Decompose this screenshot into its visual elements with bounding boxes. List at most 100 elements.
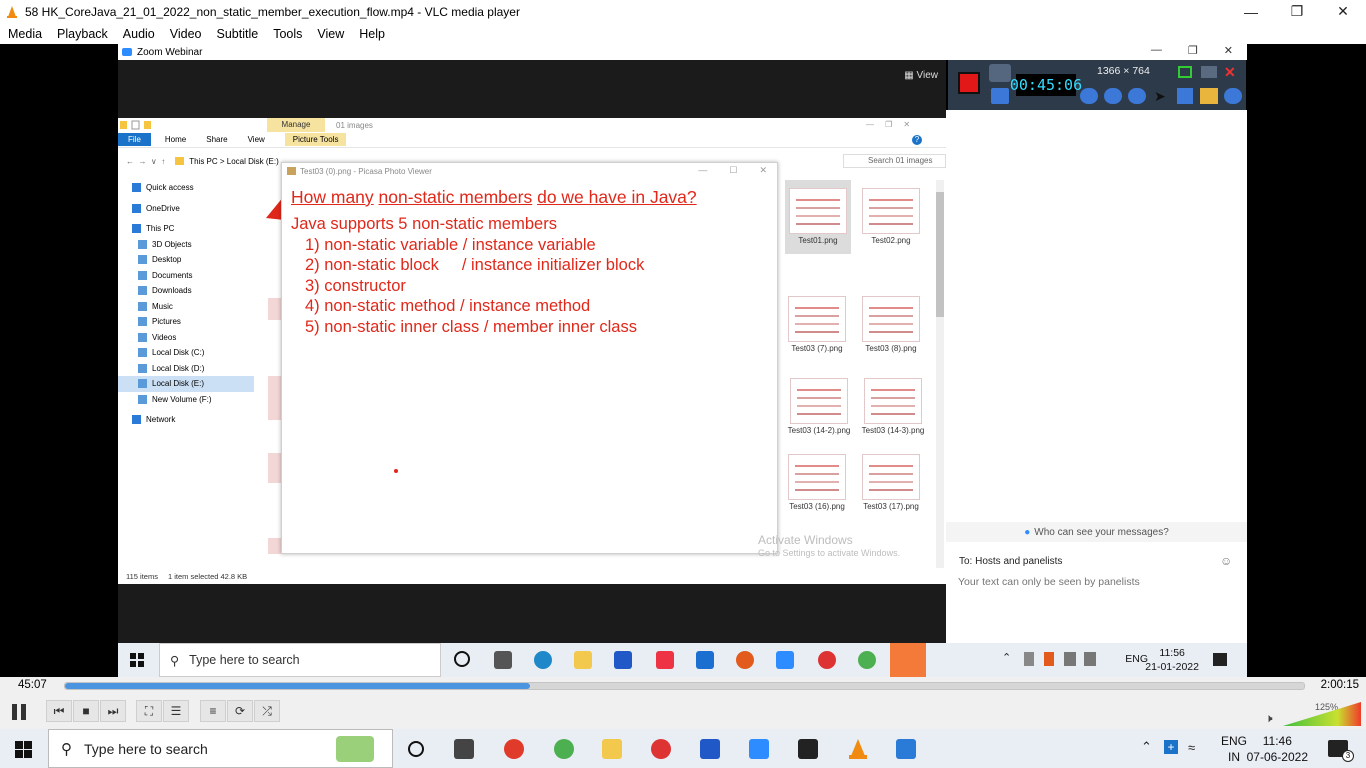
camera-icon[interactable] bbox=[989, 64, 1011, 82]
store-icon[interactable] bbox=[700, 739, 720, 759]
thumbnail-item[interactable]: Test02.png bbox=[860, 188, 922, 245]
thumbnail-item[interactable]: Test03 (14-3).png bbox=[860, 378, 926, 435]
start-icon[interactable] bbox=[15, 741, 32, 758]
network-icon[interactable]: ≈ bbox=[1188, 740, 1195, 755]
close-button[interactable]: ✕ bbox=[1320, 0, 1366, 23]
sticky-notes-icon[interactable] bbox=[798, 739, 818, 759]
elapsed-time: 45:07 bbox=[18, 679, 47, 691]
pause-button[interactable] bbox=[5, 699, 33, 724]
next-button[interactable]: ⏭ bbox=[100, 700, 126, 722]
chrome-icon[interactable] bbox=[554, 739, 574, 759]
thumbnail-item[interactable]: Test01.png bbox=[785, 180, 851, 254]
nav-item[interactable]: 3D Objects bbox=[118, 237, 254, 253]
minimize-button[interactable]: — bbox=[1228, 0, 1274, 23]
nav-item[interactable]: Downloads bbox=[118, 283, 254, 299]
tray-plus-icon[interactable]: + bbox=[1164, 740, 1178, 754]
previous-button[interactable]: ⏮ bbox=[46, 700, 72, 722]
nav-item[interactable]: Quick access bbox=[118, 180, 254, 196]
status-item-count: 115 items bbox=[126, 571, 158, 581]
taskbar-search-box[interactable]: ⚲ Type here to search bbox=[48, 729, 393, 768]
speaker-icon[interactable] bbox=[1080, 88, 1098, 104]
microphone-icon[interactable] bbox=[1104, 88, 1122, 104]
menu-media[interactable]: Media bbox=[8, 27, 42, 41]
playlist-icon: ≡ bbox=[209, 704, 217, 718]
chat-recipient[interactable]: To: Hosts and panelists bbox=[959, 556, 1062, 567]
fullscreen-icon: ⛶ bbox=[144, 703, 154, 718]
pen-icon[interactable] bbox=[1177, 88, 1193, 104]
ribbon-share-tab: Share bbox=[206, 135, 228, 144]
snipping-tool-icon[interactable] bbox=[651, 739, 671, 759]
menu-video[interactable]: Video bbox=[170, 27, 202, 41]
webcam-icon[interactable] bbox=[1128, 88, 1146, 104]
windows-start-icon bbox=[130, 653, 144, 667]
nav-item[interactable]: OneDrive bbox=[118, 201, 254, 217]
restore-button[interactable]: ❐ bbox=[1274, 0, 1320, 23]
slide-item: 1) non-static variable / instance variab… bbox=[305, 235, 596, 254]
nav-item[interactable]: New Volume (F:) bbox=[118, 392, 254, 408]
picasa-close-icon: ✕ bbox=[759, 165, 767, 175]
system-clock[interactable]: 11:46 07-06-2022 bbox=[1247, 733, 1308, 765]
thumbnail-item[interactable]: Test03 (14-2).png bbox=[786, 378, 852, 435]
chat-message-input[interactable] bbox=[958, 576, 1218, 588]
loop-button[interactable]: ⟳ bbox=[227, 700, 253, 722]
nav-item[interactable]: Pictures bbox=[118, 314, 254, 330]
nav-item[interactable]: This PC bbox=[118, 221, 254, 237]
picasa-title: Test03 (0).png - Picasa Photo Viewer bbox=[300, 166, 432, 176]
tray-chevron-icon[interactable]: ⌃ bbox=[1141, 739, 1152, 755]
scrollbar-thumb[interactable] bbox=[936, 192, 944, 317]
emoji-icon[interactable]: ☺ bbox=[1220, 554, 1232, 568]
language-indicator[interactable]: ENG IN bbox=[1221, 733, 1247, 765]
explorer-scrollbar[interactable] bbox=[936, 180, 944, 568]
nav-item[interactable]: Local Disk (E:) bbox=[118, 376, 254, 392]
nav-item-label: Quick access bbox=[146, 183, 194, 193]
menu-view[interactable]: View bbox=[317, 27, 344, 41]
cortana-icon[interactable] bbox=[408, 741, 424, 757]
record-stop-button[interactable] bbox=[958, 72, 980, 94]
menu-subtitle[interactable]: Subtitle bbox=[217, 27, 259, 41]
menu-audio[interactable]: Audio bbox=[123, 27, 155, 41]
record-app-icon[interactable] bbox=[504, 739, 524, 759]
thumbnail-item[interactable]: Test03 (16).png bbox=[786, 454, 848, 511]
nav-item[interactable]: Local Disk (D:) bbox=[118, 361, 254, 377]
menu-tools[interactable]: Tools bbox=[273, 27, 302, 41]
stop-icon: ■ bbox=[82, 704, 90, 718]
chat-visibility-notice[interactable]: ● Who can see your messages? bbox=[946, 522, 1247, 542]
region-icon[interactable] bbox=[1178, 66, 1192, 78]
nav-item[interactable]: Local Disk (C:) bbox=[118, 345, 254, 361]
menu-help[interactable]: Help bbox=[359, 27, 385, 41]
volume-icon[interactable]: 🕨 bbox=[1265, 711, 1273, 726]
playlist-button[interactable]: ≡ bbox=[200, 700, 226, 722]
seek-bar[interactable] bbox=[64, 682, 1305, 690]
action-center-icon[interactable]: 3 bbox=[1328, 740, 1354, 762]
thumbnail-item[interactable]: Test03 (8).png bbox=[860, 296, 922, 353]
explorer-status-bar: 115 items 1 item selected 42.8 KB bbox=[118, 568, 946, 584]
shuffle-button[interactable]: ⤮ bbox=[254, 700, 280, 722]
close-recorder-icon[interactable]: ✕ bbox=[1224, 64, 1236, 81]
task-view-icon[interactable] bbox=[454, 739, 474, 759]
nav-item-icon bbox=[138, 301, 147, 311]
vlc-menu-bar: Media Playback Audio Video Subtitle Tool… bbox=[0, 23, 1366, 44]
pause-icon[interactable] bbox=[991, 88, 1009, 104]
nav-item[interactable]: Documents bbox=[118, 268, 254, 284]
thumbnail-image bbox=[862, 454, 920, 500]
nav-item[interactable]: Network bbox=[118, 412, 254, 428]
stop-button[interactable]: ■ bbox=[73, 700, 99, 722]
cursor-icon[interactable]: ➤ bbox=[1154, 88, 1166, 105]
volume-slider[interactable] bbox=[1283, 702, 1361, 726]
region-code: IN bbox=[1227, 750, 1240, 764]
nav-item[interactable]: Desktop bbox=[118, 252, 254, 268]
photos-icon[interactable] bbox=[896, 739, 916, 759]
vlc-taskbar-icon[interactable] bbox=[847, 738, 869, 760]
thumbnail-item[interactable]: Test03 (17).png bbox=[860, 454, 922, 511]
nav-item[interactable]: Videos bbox=[118, 330, 254, 346]
file-explorer-icon[interactable] bbox=[602, 739, 622, 759]
thumbnail-item[interactable]: Test03 (7).png bbox=[786, 296, 848, 353]
nav-item[interactable]: Music bbox=[118, 299, 254, 315]
fullscreen-button[interactable]: ⛶ bbox=[136, 700, 162, 722]
zoom-icon[interactable] bbox=[749, 739, 769, 759]
extended-settings-button[interactable]: ☰ bbox=[163, 700, 189, 722]
menu-playback[interactable]: Playback bbox=[57, 27, 108, 41]
minimize-recorder-icon[interactable] bbox=[1201, 66, 1217, 78]
settings-icon[interactable] bbox=[1224, 88, 1242, 104]
folder-icon[interactable] bbox=[1200, 88, 1218, 104]
